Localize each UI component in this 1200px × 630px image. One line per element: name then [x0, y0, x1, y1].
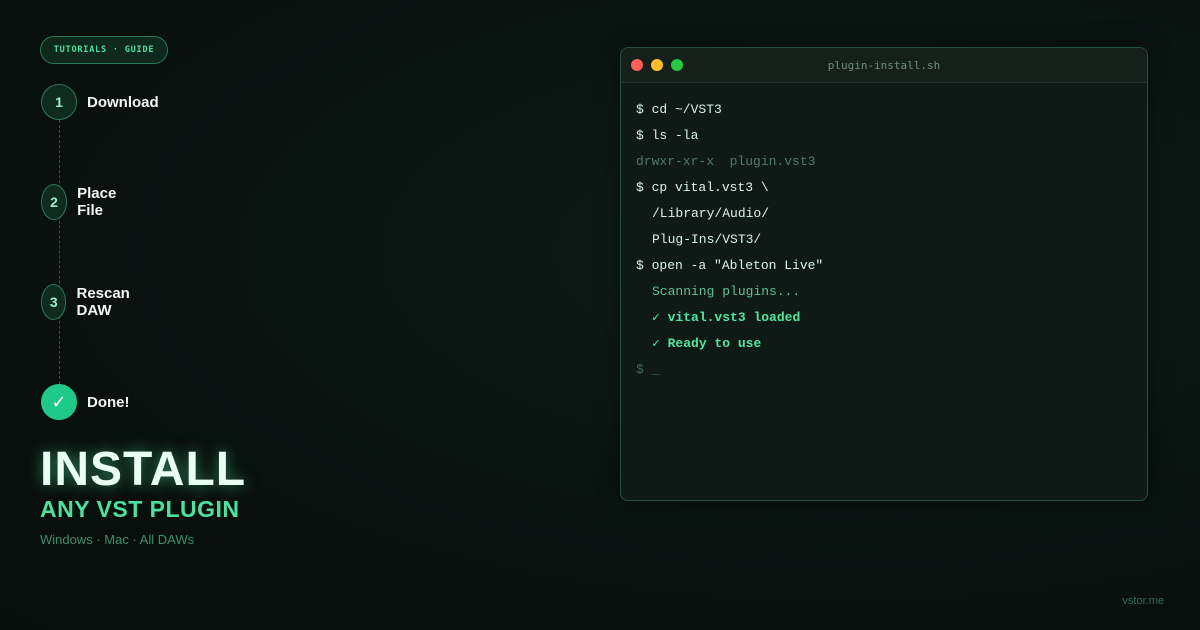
step-label-done: Done! [87, 393, 130, 411]
checkmark-icon: ✓ [41, 384, 77, 420]
terminal-line: ✓ vital.vst3 loaded [652, 310, 801, 325]
terminal-prompt: $ _ [636, 362, 660, 377]
step-number-2: 2 [41, 184, 68, 220]
site-domain: vstor.me [1122, 595, 1164, 607]
terminal-title: plugin-install.sh [827, 58, 941, 72]
steps-connector [59, 120, 60, 384]
terminal-line: $ cp vital.vst3 \ [636, 180, 769, 195]
terminal-line: /Library/Audio/ [652, 206, 770, 221]
step-number-1: 1 [41, 84, 77, 120]
hero-platforms: Windows · Mac · All DAWs [40, 532, 195, 547]
hero-subtitle: ANY VST PLUGIN [40, 496, 240, 522]
terminal-line: Plug-Ins/VST3/ [652, 232, 762, 247]
terminal-line: $ ls -la [636, 128, 699, 143]
terminal-line: $ cd ~/VST3 [636, 102, 722, 117]
terminal-window: plugin-install.sh $ cd ~/VST3 $ ls -la d… [620, 47, 1148, 501]
step-label-rescan-daw: Rescan DAW [76, 285, 130, 319]
terminal-line: $ open -a "Ableton Live" [636, 258, 824, 273]
step-rescan-daw: 3 Rescan DAW [41, 283, 140, 321]
step-place-file: 2 Place File [41, 183, 126, 221]
terminal-line: ✓ Ready to use [652, 336, 762, 351]
tutorials-guide-badge: TUTORIALS · GUIDE [40, 36, 168, 64]
terminal-line: drwxr-xr-x plugin.vst3 [636, 154, 816, 169]
terminal-titlebar: plugin-install.sh [621, 48, 1147, 83]
terminal-body: $ cd ~/VST3 $ ls -la drwxr-xr-x plugin.v… [621, 83, 1147, 383]
step-done: ✓ Done! [41, 383, 130, 421]
step-download: 1 Download [41, 83, 159, 121]
hero-title: INSTALL [40, 443, 247, 496]
step-number-3: 3 [41, 284, 67, 320]
step-label-place-file: Place File [77, 185, 117, 219]
step-label-download: Download [87, 93, 159, 111]
terminal-line: Scanning plugins... [652, 284, 801, 299]
